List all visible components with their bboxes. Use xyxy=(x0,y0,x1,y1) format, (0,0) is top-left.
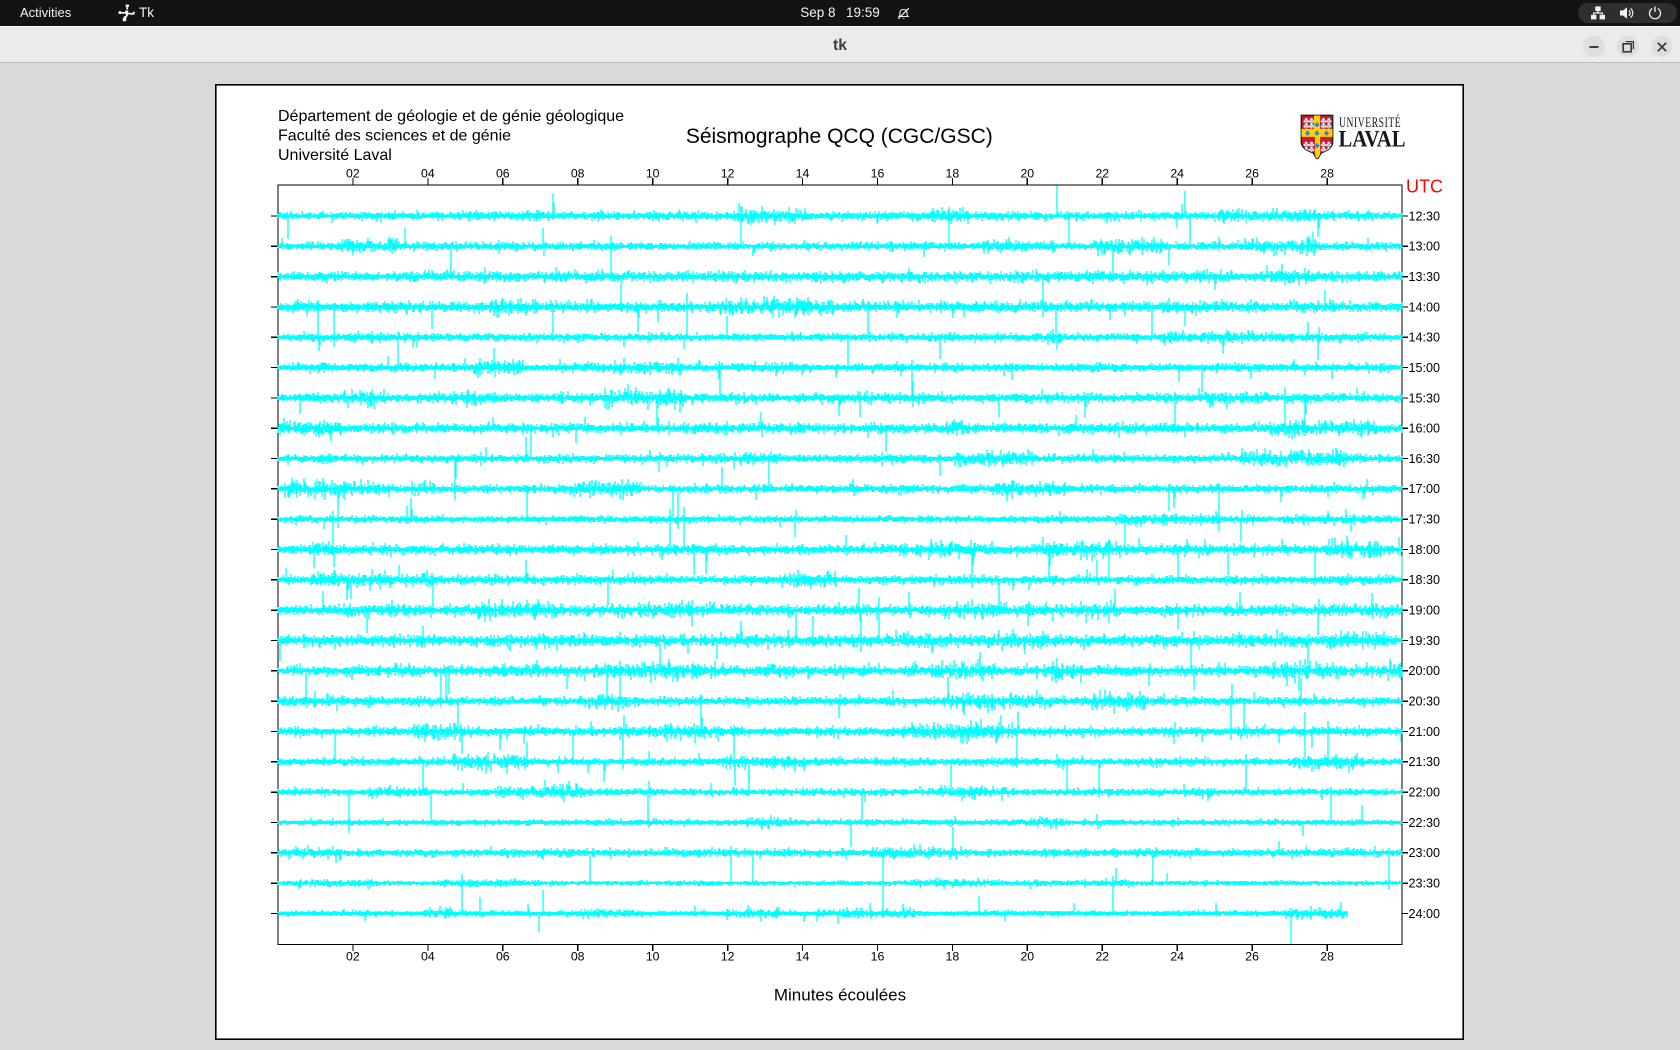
svg-text:24:00: 24:00 xyxy=(1408,906,1440,920)
svg-text:12:30: 12:30 xyxy=(1408,209,1440,223)
svg-text:Université Laval: Université Laval xyxy=(278,146,392,163)
svg-text:02: 02 xyxy=(346,166,360,180)
svg-text:06: 06 xyxy=(495,949,509,963)
svg-text:13:00: 13:00 xyxy=(1408,239,1440,253)
svg-text:Séismographe QCQ (CGC/GSC): Séismographe QCQ (CGC/GSC) xyxy=(685,124,992,147)
svg-text:26: 26 xyxy=(1245,166,1259,180)
svg-text:14:30: 14:30 xyxy=(1408,330,1440,344)
svg-text:26: 26 xyxy=(1245,949,1259,963)
svg-text:23:30: 23:30 xyxy=(1408,876,1440,890)
svg-text:18:00: 18:00 xyxy=(1408,542,1440,556)
svg-text:22: 22 xyxy=(1095,949,1109,963)
svg-text:14: 14 xyxy=(795,166,809,180)
svg-text:LAVAL: LAVAL xyxy=(1338,125,1405,152)
svg-text:22: 22 xyxy=(1095,166,1109,180)
svg-text:14:00: 14:00 xyxy=(1408,300,1440,314)
svg-text:Département de géologie et de: Département de géologie et de génie géol… xyxy=(278,108,624,125)
svg-text:18:30: 18:30 xyxy=(1408,573,1440,587)
svg-text:15:30: 15:30 xyxy=(1408,391,1440,405)
svg-text:19:30: 19:30 xyxy=(1408,633,1440,647)
svg-text:10: 10 xyxy=(645,166,659,180)
svg-text:12: 12 xyxy=(720,949,734,963)
svg-text:16: 16 xyxy=(870,949,884,963)
svg-text:19:00: 19:00 xyxy=(1408,603,1440,617)
svg-text:UTC: UTC xyxy=(1406,176,1443,196)
svg-text:21:00: 21:00 xyxy=(1408,724,1440,738)
svg-text:16:00: 16:00 xyxy=(1408,421,1440,435)
svg-text:04: 04 xyxy=(421,949,435,963)
svg-text:18: 18 xyxy=(945,166,959,180)
svg-text:Faculté des sciences et de gén: Faculté des sciences et de génie xyxy=(278,127,511,144)
svg-text:22:30: 22:30 xyxy=(1408,815,1440,829)
svg-text:02: 02 xyxy=(346,949,360,963)
svg-text:10: 10 xyxy=(645,949,659,963)
svg-text:28: 28 xyxy=(1320,166,1334,180)
svg-text:13:30: 13:30 xyxy=(1408,270,1440,284)
svg-text:14: 14 xyxy=(795,949,809,963)
svg-text:16: 16 xyxy=(870,166,884,180)
svg-text:21:30: 21:30 xyxy=(1408,755,1440,769)
svg-text:18: 18 xyxy=(945,949,959,963)
svg-text:22:00: 22:00 xyxy=(1408,785,1440,799)
svg-text:28: 28 xyxy=(1320,949,1334,963)
svg-text:04: 04 xyxy=(421,166,435,180)
svg-text:15:00: 15:00 xyxy=(1408,360,1440,374)
svg-text:23:00: 23:00 xyxy=(1408,846,1440,860)
svg-text:16:30: 16:30 xyxy=(1408,451,1440,465)
svg-text:08: 08 xyxy=(570,949,584,963)
svg-text:20: 20 xyxy=(1020,949,1034,963)
svg-text:Minutes écoulées: Minutes écoulées xyxy=(773,985,905,1004)
svg-text:20:00: 20:00 xyxy=(1408,664,1440,678)
svg-text:20:30: 20:30 xyxy=(1408,694,1440,708)
svg-text:20: 20 xyxy=(1020,166,1034,180)
svg-text:12: 12 xyxy=(720,166,734,180)
svg-text:24: 24 xyxy=(1170,166,1184,180)
svg-text:24: 24 xyxy=(1170,949,1184,963)
svg-text:06: 06 xyxy=(495,166,509,180)
svg-text:08: 08 xyxy=(570,166,584,180)
svg-text:17:00: 17:00 xyxy=(1408,482,1440,496)
svg-text:17:30: 17:30 xyxy=(1408,512,1440,526)
